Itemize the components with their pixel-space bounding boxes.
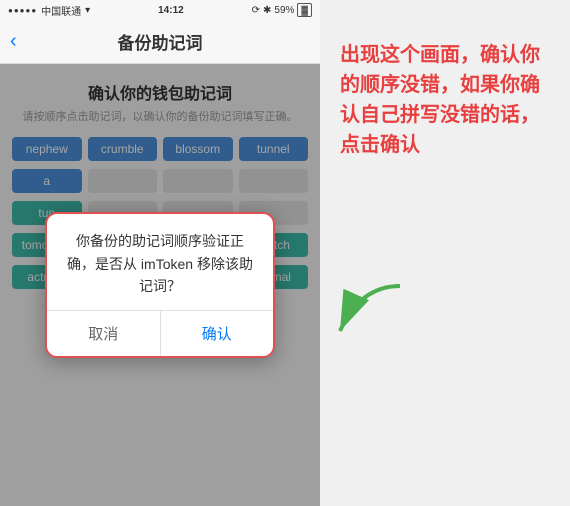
battery-level: 59%	[274, 5, 294, 16]
dialog-actions: 取消 确认	[47, 310, 273, 356]
dialog-body: 你备份的助记词顺序验证正确，是否从 imToken 移除该助记词？	[47, 214, 273, 309]
status-right: ⟳ ✱ 59% ▓	[252, 3, 312, 17]
page-content: 确认你的钱包助记词 请按顺序点击助记词，以确认你的备份助记词填写正确。 neph…	[0, 64, 320, 506]
dialog-ok-button[interactable]: 确认	[161, 311, 274, 356]
green-arrow-icon	[330, 276, 410, 351]
battery-icon: ▓	[297, 3, 312, 17]
dialog-box: 你备份的助记词顺序验证正确，是否从 imToken 移除该助记词？ 取消 确认	[45, 212, 275, 357]
dialog-cancel-button[interactable]: 取消	[47, 311, 161, 356]
screen-rotate-icon: ⟳	[252, 5, 260, 16]
annotation-panel: 出现这个画面，确认你的顺序没错，如果你确认自己拼写没错的话，点击确认	[320, 0, 570, 506]
carrier: 中国联通	[41, 3, 81, 18]
dialog-message: 你备份的助记词顺序验证正确，是否从 imToken 移除该助记词？	[67, 233, 253, 294]
nav-bar: ‹ 备份助记词	[0, 20, 320, 64]
phone-screen: ●●●●● 中国联通 ▾ 14:12 ⟳ ✱ 59% ▓ ‹ 备份助记词 确认你…	[0, 0, 320, 506]
status-bar: ●●●●● 中国联通 ▾ 14:12 ⟳ ✱ 59% ▓	[0, 0, 320, 20]
wifi-icon: ▾	[85, 5, 90, 16]
signal-dots: ●●●●●	[8, 6, 37, 15]
nav-title: 备份助记词	[118, 29, 203, 54]
back-button[interactable]: ‹	[10, 30, 17, 53]
bluetooth-icon: ✱	[263, 5, 271, 16]
annotation-text: 出现这个画面，确认你的顺序没错，如果你确认自己拼写没错的话，点击确认	[340, 40, 554, 160]
dialog-overlay: 你备份的助记词顺序验证正确，是否从 imToken 移除该助记词？ 取消 确认	[0, 64, 320, 506]
time-display: 14:12	[158, 5, 184, 16]
status-left: ●●●●● 中国联通 ▾	[8, 3, 90, 18]
